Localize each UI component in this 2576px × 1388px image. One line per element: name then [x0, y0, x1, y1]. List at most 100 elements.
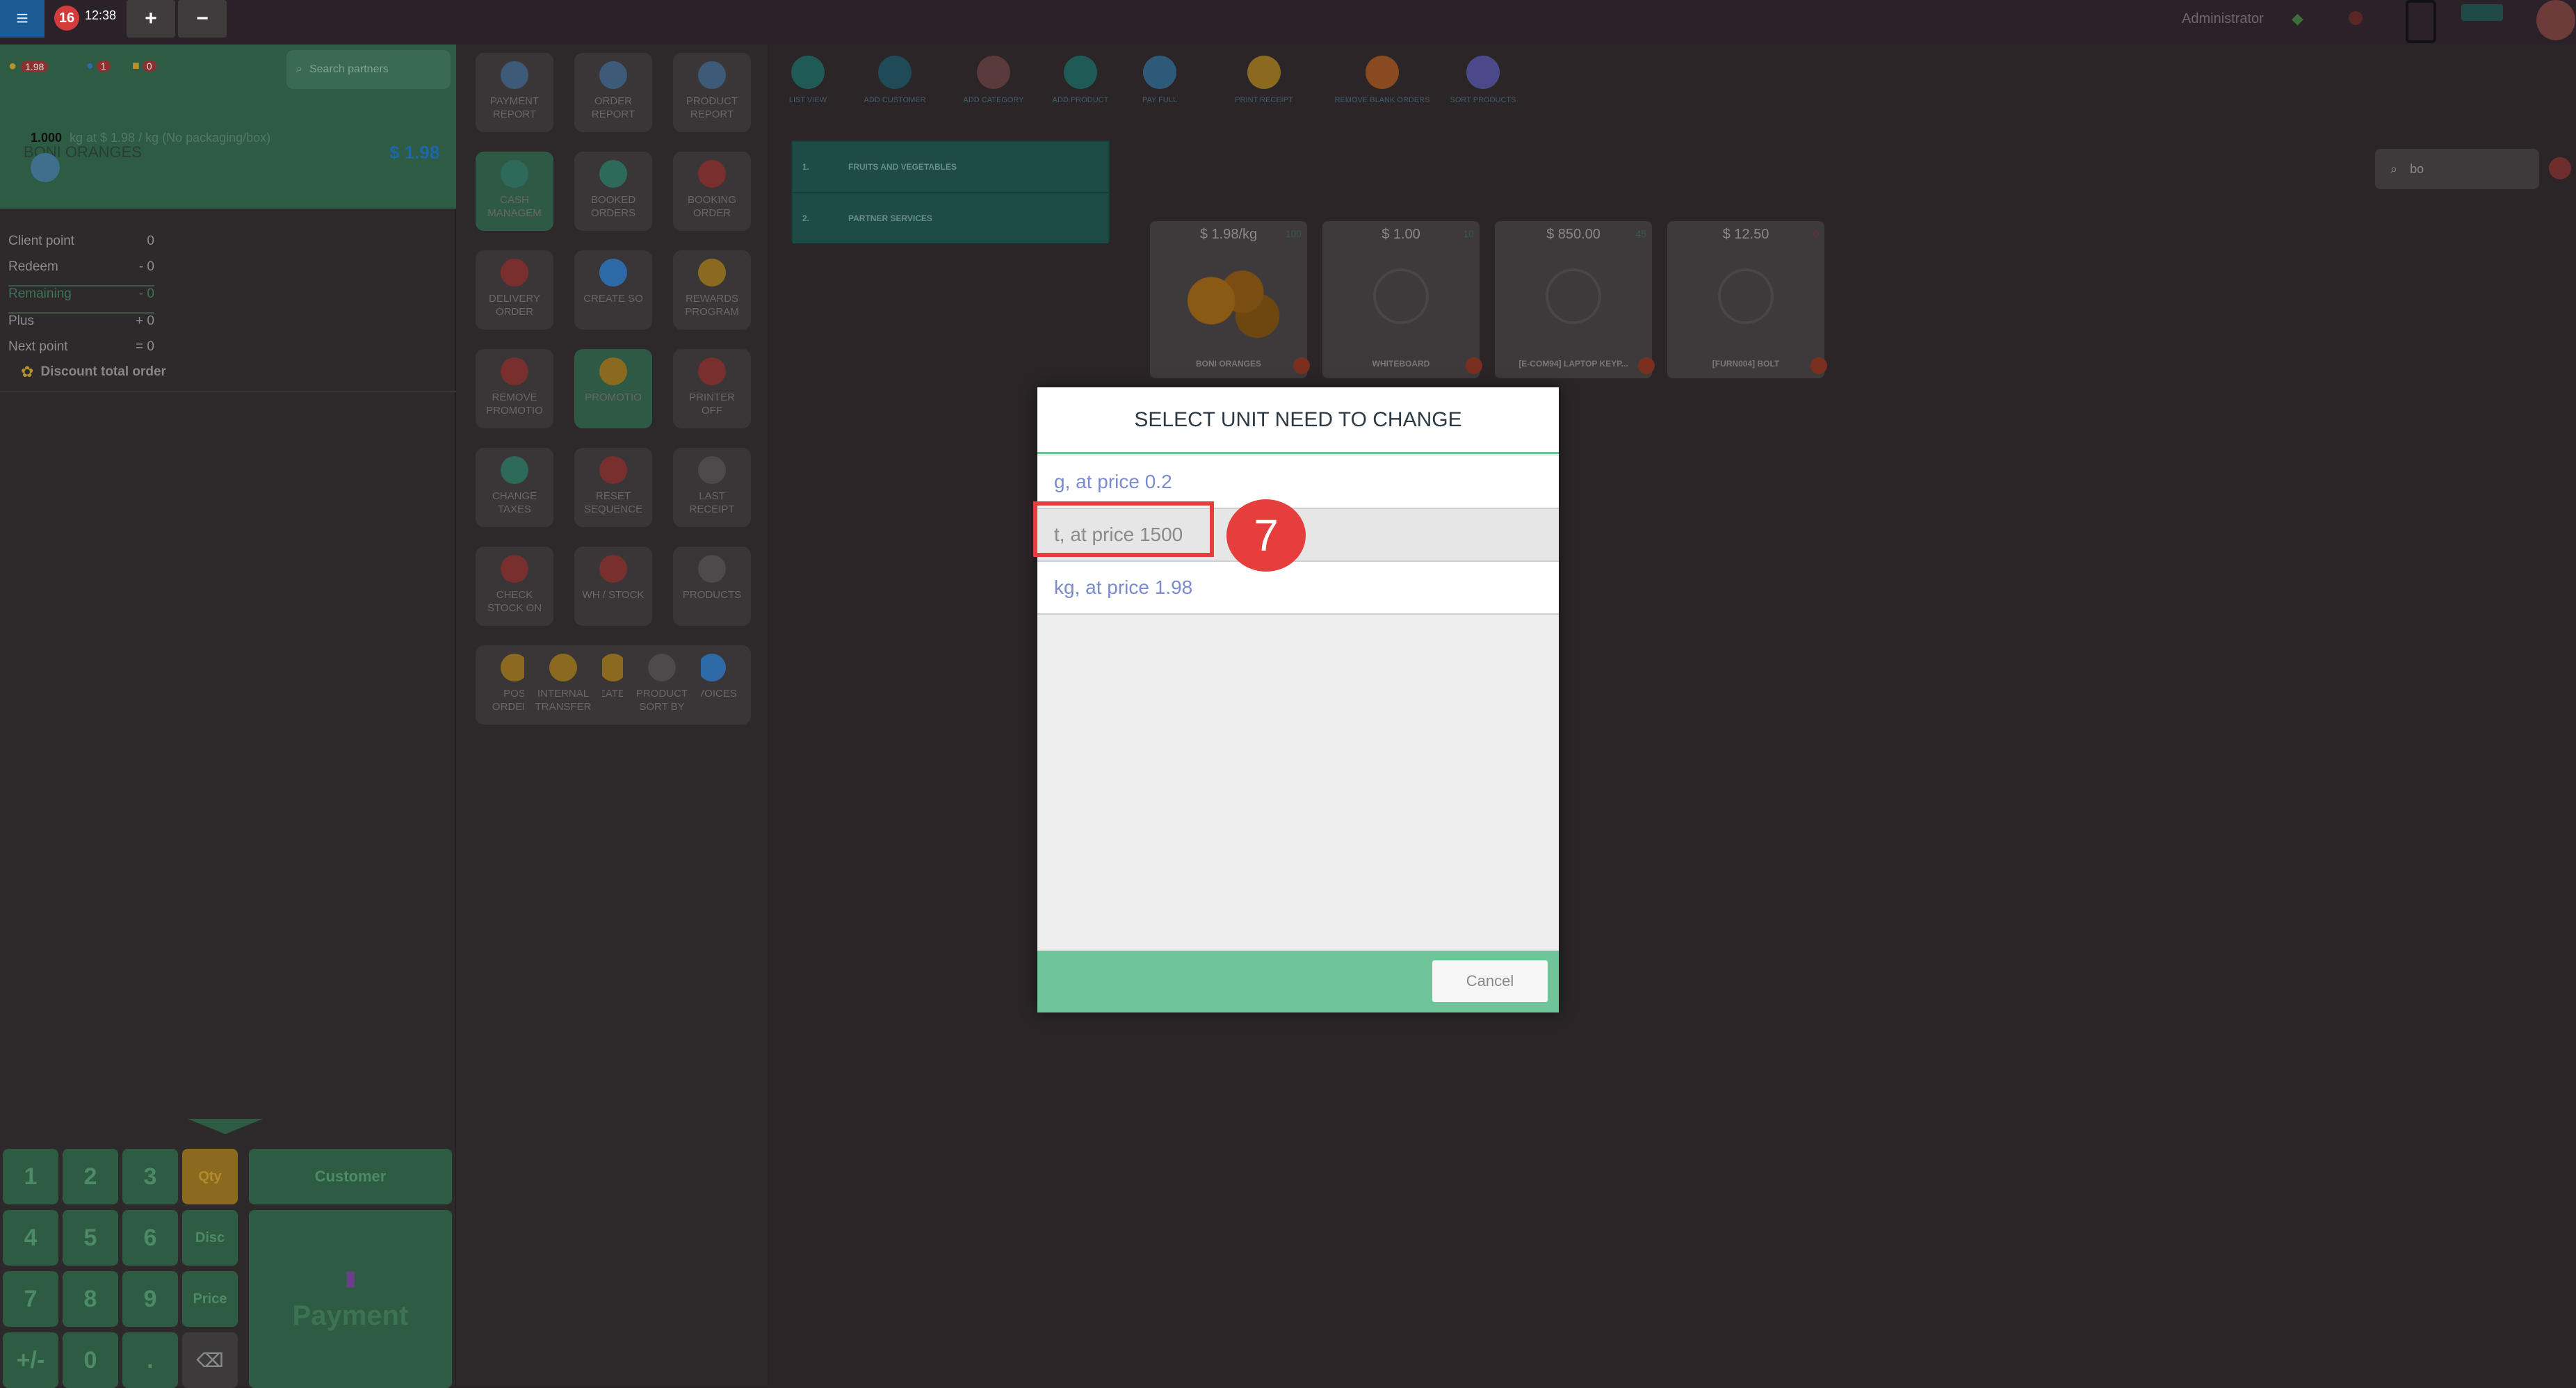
- product-info-icon[interactable]: [1811, 357, 1827, 374]
- reset-sequence-icon: [599, 456, 627, 484]
- numpad-dot-button[interactable]: .: [122, 1332, 178, 1388]
- status-dot-icon: [2349, 11, 2363, 25]
- last-receipt-icon: [698, 456, 726, 484]
- menu-icon[interactable]: ≡: [0, 0, 44, 38]
- tool-booked-orders-button[interactable]: Booked Orders: [574, 152, 652, 231]
- numpad-disc-button[interactable]: Disc: [182, 1210, 238, 1266]
- payment-button[interactable]: ▮ Payment: [249, 1210, 452, 1388]
- add-order-button[interactable]: +: [127, 0, 175, 38]
- tool-label: Booking Order: [687, 194, 736, 219]
- gift-badge: ■ 0: [132, 58, 156, 73]
- tool-remove-promotio-button[interactable]: Remove Promotio: [476, 349, 553, 428]
- tool-order-report-button[interactable]: Order Report: [574, 53, 652, 132]
- numpad-key-0[interactable]: 0: [63, 1332, 118, 1388]
- tool-grid: Payment Report Order Report Product Report…: [456, 45, 769, 1386]
- tool-label: Create So: [583, 293, 643, 305]
- numpad-key-9[interactable]: 9: [122, 1271, 178, 1327]
- backspace-icon[interactable]: ⌫: [182, 1332, 238, 1388]
- unit-option-kg[interactable]: kg, at price 1.98: [1037, 562, 1559, 615]
- tool-rewards-program-button[interactable]: Rewards Program: [673, 250, 751, 330]
- remove-order-button[interactable]: −: [178, 0, 227, 38]
- category-item[interactable]: 2. Partner Services: [793, 193, 1108, 243]
- step-highlight-box: [1033, 501, 1214, 557]
- tool-booking-order-button[interactable]: Booking Order: [673, 152, 751, 231]
- numpad-key-7[interactable]: 7: [3, 1271, 58, 1327]
- chevron-down-icon[interactable]: [188, 1119, 263, 1134]
- print-receipt-button[interactable]: Print Receipt: [1201, 56, 1327, 118]
- points-row: Client point 0: [8, 234, 154, 248]
- internal-transfer-icon: [549, 654, 577, 681]
- product-card[interactable]: $ 850.00 45 [E-COM94] LAPTOP KEYP...: [1495, 221, 1655, 378]
- numpad-sign-button[interactable]: +/-: [3, 1332, 58, 1388]
- product-price: $ 850.00: [1546, 227, 1601, 242]
- category-list: 1. Fruits and Vegetables 2. Partner Serv…: [791, 140, 1110, 243]
- partner-search-input[interactable]: ⌕ Search partners: [286, 50, 451, 89]
- product-name: WHITEBOARD: [1372, 359, 1430, 369]
- product-card[interactable]: $ 1.98/kg 100 BONI ORANGES: [1150, 221, 1310, 378]
- product-name: [E-COM94] LAPTOP KEYP...: [1518, 359, 1628, 369]
- tool-label: Rewards Program: [685, 293, 739, 318]
- clear-search-icon[interactable]: [2549, 157, 2571, 179]
- avatar[interactable]: [2536, 0, 2575, 40]
- tool-label: Promotio: [585, 392, 642, 403]
- payment-report-icon: [501, 61, 528, 89]
- product-stock: 0: [1813, 228, 1819, 239]
- left-panel: Client point 0 Redeem - 0 Remaining - 0 …: [0, 209, 456, 1388]
- points-row: Next point = 0: [8, 339, 154, 354]
- product-info-icon[interactable]: [1293, 357, 1310, 374]
- packaging-icon[interactable]: [31, 153, 60, 182]
- cancel-button[interactable]: Cancel: [1432, 960, 1548, 1002]
- product-card[interactable]: $ 12.50 0 [FURN004] BOLT: [1667, 221, 1827, 378]
- mobile-icon[interactable]: [2406, 0, 2436, 43]
- product-card[interactable]: $ 1.00 10 WHITEBOARD: [1322, 221, 1482, 378]
- product-info-icon[interactable]: [1466, 357, 1482, 374]
- tool-printer-off-button[interactable]: Printer Off: [673, 349, 751, 428]
- tool-product-sort-by-button[interactable]: Product Sort By: [623, 645, 701, 725]
- numpad-key-1[interactable]: 1: [3, 1149, 58, 1204]
- tool-wh-stock-button[interactable]: WH / Stock: [574, 547, 652, 626]
- add-category-icon: [977, 56, 1010, 89]
- product-info-icon[interactable]: [1638, 357, 1655, 374]
- order-count-badge[interactable]: 16: [54, 6, 79, 31]
- tool-cash-managem-button[interactable]: Cash Managem: [476, 152, 553, 231]
- sort-products-button[interactable]: Sort Products: [1438, 56, 1528, 118]
- tool-check-stock-on-button[interactable]: Check Stock On: [476, 547, 553, 626]
- tool-products-button[interactable]: Products: [673, 547, 751, 626]
- tool-payment-report-button[interactable]: Payment Report: [476, 53, 553, 132]
- action-label: Add Customer: [864, 96, 926, 104]
- tool-reset-sequence-button[interactable]: Reset Sequence: [574, 448, 652, 527]
- rewards-program-icon: [698, 259, 726, 287]
- remove-blank-orders-button[interactable]: Remove Blank Orders: [1327, 56, 1438, 118]
- numpad-key-2[interactable]: 2: [63, 1149, 118, 1204]
- category-item[interactable]: 1. Fruits and Vegetables: [793, 142, 1108, 193]
- tool-delivery-order-button[interactable]: Delivery Order: [476, 250, 553, 330]
- numpad-key-3[interactable]: 3: [122, 1149, 178, 1204]
- camera-icon: [1546, 268, 1601, 324]
- list-view-button[interactable]: List View: [770, 56, 845, 118]
- tool-internal-transfer-button[interactable]: Internal Transfer: [524, 645, 602, 725]
- add-customer-button[interactable]: Add Customer: [845, 56, 944, 118]
- numpad-price-button[interactable]: Price: [182, 1271, 238, 1327]
- step-number-badge: 7: [1226, 499, 1306, 572]
- tool-promotio-button[interactable]: Promotio: [574, 349, 652, 428]
- pay-full-button[interactable]: Pay Full: [1118, 56, 1201, 118]
- tool-create-so-button[interactable]: Create So: [574, 250, 652, 330]
- product-search-input[interactable]: ⌕ bo: [2375, 149, 2539, 189]
- order-time[interactable]: 12:38: [85, 8, 116, 23]
- tool-product-report-button[interactable]: Product Report: [673, 53, 751, 132]
- add-category-button[interactable]: Add Category: [944, 56, 1043, 118]
- numpad-key-8[interactable]: 8: [63, 1271, 118, 1327]
- customer-button[interactable]: Customer: [249, 1149, 452, 1204]
- numpad-key-6[interactable]: 6: [122, 1210, 178, 1266]
- discount-total-order-button[interactable]: ✿ Discount total order: [21, 363, 166, 381]
- action-label: List View: [788, 96, 827, 104]
- tool-last-receipt-button[interactable]: Last Receipt: [673, 448, 751, 527]
- numpad-qty-button[interactable]: Qty: [182, 1149, 238, 1204]
- numpad-key-4[interactable]: 4: [3, 1210, 58, 1266]
- people-icon: ●: [86, 58, 94, 72]
- tool-change-taxes-button[interactable]: Change Taxes: [476, 448, 553, 527]
- product-name: [FURN004] BOLT: [1712, 359, 1780, 369]
- add-product-button[interactable]: Add Product: [1043, 56, 1118, 118]
- action-label: Add Product: [1052, 96, 1109, 104]
- numpad-key-5[interactable]: 5: [63, 1210, 118, 1266]
